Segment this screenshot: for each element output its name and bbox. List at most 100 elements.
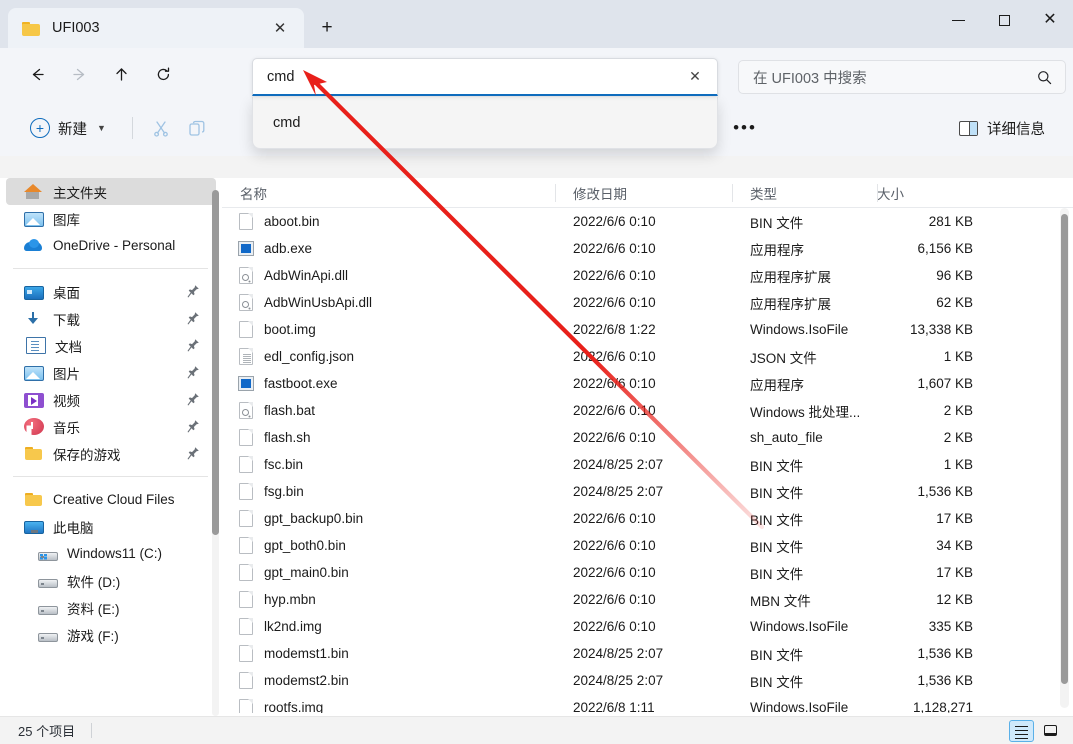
view-toggle-group bbox=[1009, 719, 1063, 742]
sidebar-item-3[interactable]: 桌面 bbox=[6, 278, 216, 305]
cell-type: sh_auto_file bbox=[750, 430, 823, 445]
blank-file-icon bbox=[238, 455, 254, 474]
maximize-button[interactable] bbox=[981, 0, 1027, 40]
clear-address-icon[interactable]: ✕ bbox=[681, 63, 709, 91]
pin-icon[interactable] bbox=[187, 392, 200, 406]
details-view-button[interactable] bbox=[1009, 719, 1034, 742]
search-box[interactable]: 在 UFI003 中搜索 bbox=[738, 60, 1066, 94]
cell-type: MBN 文件 bbox=[750, 593, 811, 609]
sidebar-item-9[interactable]: 保存的游戏 bbox=[6, 440, 216, 467]
close-tab-icon[interactable]: ✕ bbox=[266, 14, 294, 42]
table-row[interactable]: modemst1.bin 2024/8/25 2:07 BIN 文件 1,536 KB bbox=[222, 640, 1073, 667]
sidebar-item-11[interactable]: 此电脑 bbox=[6, 513, 216, 540]
table-row[interactable]: lk2nd.img 2022/6/6 0:10 Windows.IsoFile 335… bbox=[222, 613, 1073, 640]
refresh-button[interactable] bbox=[146, 57, 180, 91]
column-header-date[interactable]: 修改日期 bbox=[555, 178, 732, 207]
sidebar-scrollbar-thumb[interactable] bbox=[212, 190, 219, 535]
tab-ufi003[interactable]: UFI003 ✕ bbox=[8, 8, 304, 48]
blank-file-icon bbox=[238, 617, 254, 636]
blank-file-icon bbox=[238, 590, 254, 609]
sidebar-item-label: 资料 (E:) bbox=[67, 601, 120, 617]
pin-icon[interactable] bbox=[187, 446, 200, 460]
sidebar-item-label: 图片 bbox=[53, 366, 80, 382]
cut-button[interactable] bbox=[143, 112, 179, 144]
sidebar-item-4[interactable]: 下载 bbox=[6, 305, 216, 332]
sidebar-separator bbox=[13, 476, 208, 477]
address-bar-input[interactable]: cmd ✕ bbox=[252, 58, 718, 96]
table-row[interactable]: gpt_both0.bin 2022/6/6 0:10 BIN 文件 34 KB bbox=[222, 532, 1073, 559]
cell-name: flash.sh bbox=[264, 430, 311, 445]
maximize-icon bbox=[998, 14, 1010, 26]
table-row[interactable]: edl_config.json 2022/6/6 0:10 JSON 文件 1 KB bbox=[222, 343, 1073, 370]
table-row[interactable]: flash.sh 2022/6/6 0:10 sh_auto_file 2 KB bbox=[222, 424, 1073, 451]
table-row[interactable]: boot.img 2022/6/8 1:22 Windows.IsoFile 13,3… bbox=[222, 316, 1073, 343]
column-header-size[interactable]: 大小 bbox=[877, 178, 989, 207]
new-button[interactable]: + 新建 ▼ bbox=[26, 112, 116, 144]
cell-type: 应用程序 bbox=[750, 377, 804, 393]
table-row[interactable]: fsg.bin 2024/8/25 2:07 BIN 文件 1,536 KB bbox=[222, 478, 1073, 505]
sidebar-item-7[interactable]: 视频 bbox=[6, 386, 216, 413]
table-row[interactable]: adb.exe 2022/6/6 0:10 应用程序 6,156 KB bbox=[222, 235, 1073, 262]
sidebar-item-6[interactable]: 图片 bbox=[6, 359, 216, 386]
sidebar-item-8[interactable]: 音乐 bbox=[6, 413, 216, 440]
up-button[interactable] bbox=[104, 57, 138, 91]
pin-icon[interactable] bbox=[187, 311, 200, 325]
status-bar: 25 个项目 bbox=[0, 716, 1073, 744]
sidebar-item-0[interactable]: 主文件夹 bbox=[6, 178, 216, 205]
table-row[interactable]: modemst2.bin 2024/8/25 2:07 BIN 文件 1,536 KB bbox=[222, 667, 1073, 694]
table-row[interactable]: gpt_main0.bin 2022/6/6 0:10 BIN 文件 17 KB bbox=[222, 559, 1073, 586]
table-row[interactable]: fastboot.exe 2022/6/6 0:10 应用程序 1,607 KB bbox=[222, 370, 1073, 397]
sidebar-item-15[interactable]: 游戏 (F:) bbox=[6, 621, 216, 648]
address-suggestion-dropdown: cmd bbox=[252, 97, 718, 149]
cell-type: BIN 文件 bbox=[750, 215, 804, 231]
sidebar-item-1[interactable]: 图库 bbox=[6, 205, 216, 232]
column-header-name[interactable]: 名称 bbox=[222, 178, 555, 207]
blank-file-icon bbox=[238, 212, 254, 231]
pin-icon[interactable] bbox=[187, 284, 200, 298]
sidebar-item-2[interactable]: OneDrive - Personal bbox=[6, 232, 216, 259]
sidebar-item-12[interactable]: Windows11 (C:) bbox=[6, 540, 216, 567]
sidebar-item-label: 软件 (D:) bbox=[67, 574, 121, 590]
table-row[interactable]: hyp.mbn 2022/6/6 0:10 MBN 文件 12 KB bbox=[222, 586, 1073, 613]
blank-file-icon bbox=[238, 536, 254, 555]
sidebar-scrollbar[interactable] bbox=[212, 190, 219, 716]
file-list-scrollbar[interactable] bbox=[1060, 208, 1069, 708]
cell-size: 1,536 KB bbox=[917, 646, 973, 661]
copy-button[interactable] bbox=[179, 112, 215, 144]
new-tab-button[interactable]: + bbox=[310, 11, 344, 45]
pin-icon[interactable] bbox=[187, 365, 200, 379]
blank-file-icon bbox=[238, 428, 254, 447]
pin-icon[interactable] bbox=[187, 419, 200, 433]
table-row[interactable]: AdbWinUsbApi.dll 2022/6/6 0:10 应用程序扩展 62 KB bbox=[222, 289, 1073, 316]
minimize-button[interactable] bbox=[935, 0, 981, 40]
table-row[interactable]: rootfs.img 2022/6/8 1:11 Windows.IsoFile 1,… bbox=[222, 694, 1073, 713]
pin-icon[interactable] bbox=[187, 338, 200, 352]
table-row[interactable]: aboot.bin 2022/6/6 0:10 BIN 文件 281 KB bbox=[222, 208, 1073, 235]
sidebar-item-13[interactable]: 软件 (D:) bbox=[6, 567, 216, 594]
drive-icon bbox=[38, 632, 58, 642]
sidebar-item-5[interactable]: 文档 bbox=[6, 332, 216, 359]
details-pane-button[interactable]: 详细信息 bbox=[951, 112, 1053, 144]
more-options-button[interactable]: ••• bbox=[728, 112, 762, 144]
search-icon[interactable] bbox=[1033, 70, 1055, 85]
documents-icon bbox=[26, 337, 46, 354]
column-header-type[interactable]: 类型 bbox=[732, 178, 877, 207]
file-list-scrollbar-thumb[interactable] bbox=[1061, 214, 1068, 684]
forward-button bbox=[62, 57, 96, 91]
large-icons-view-button[interactable] bbox=[1038, 720, 1063, 742]
sidebar-item-14[interactable]: 资料 (E:) bbox=[6, 594, 216, 621]
cell-date: 2022/6/6 0:10 bbox=[573, 376, 656, 391]
close-window-button[interactable]: ✕ bbox=[1027, 0, 1073, 40]
cell-type: BIN 文件 bbox=[750, 485, 804, 501]
table-row[interactable]: fsc.bin 2024/8/25 2:07 BIN 文件 1 KB bbox=[222, 451, 1073, 478]
sidebar-item-10[interactable]: Creative Cloud Files bbox=[6, 486, 216, 513]
cell-date: 2022/6/6 0:10 bbox=[573, 592, 656, 607]
cell-type: 应用程序 bbox=[750, 242, 804, 258]
table-row[interactable]: flash.bat 2022/6/6 0:10 Windows 批处理... 2 KB bbox=[222, 397, 1073, 424]
cell-name: edl_config.json bbox=[264, 349, 355, 364]
table-row[interactable]: AdbWinApi.dll 2022/6/6 0:10 应用程序扩展 96 KB bbox=[222, 262, 1073, 289]
cell-date: 2022/6/8 1:11 bbox=[573, 700, 655, 713]
suggestion-item-cmd[interactable]: cmd bbox=[253, 97, 717, 148]
back-button[interactable] bbox=[20, 57, 54, 91]
table-row[interactable]: gpt_backup0.bin 2022/6/6 0:10 BIN 文件 17 KB bbox=[222, 505, 1073, 532]
